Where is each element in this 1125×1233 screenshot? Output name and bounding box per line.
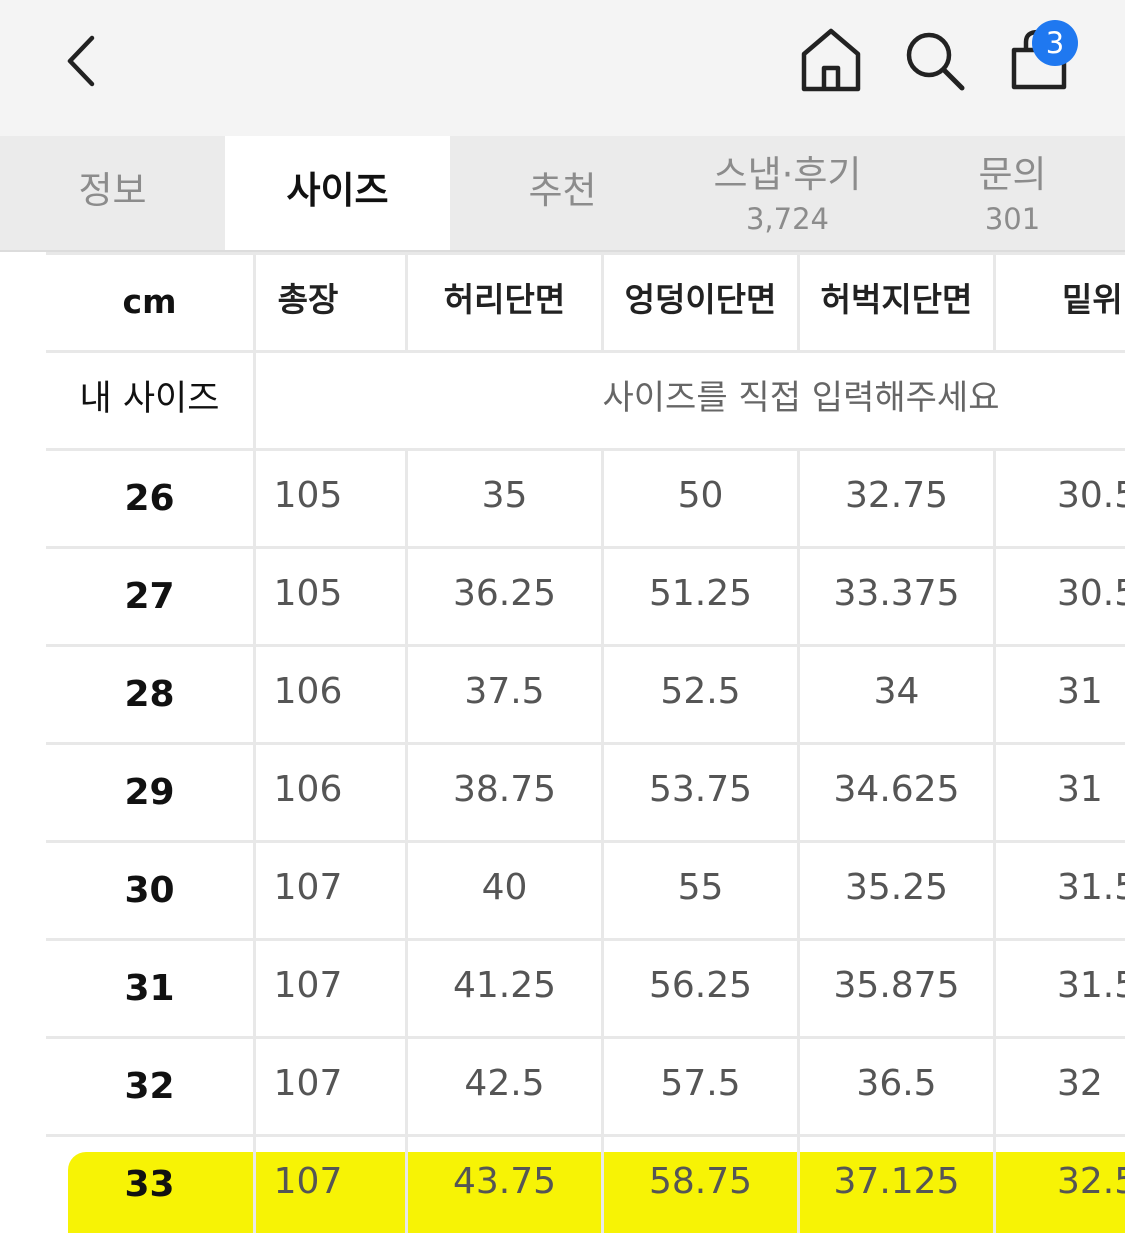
tab-label: 스냅·후기	[713, 153, 862, 196]
column-header: 허리단면	[443, 280, 566, 319]
product-tabs: 정보 사이즈 추천 스냅·후기 3,724 문의 301	[0, 136, 1125, 250]
tab-inquiry[interactable]: 문의 301	[900, 136, 1125, 250]
tab-recommend[interactable]: 추천	[450, 136, 675, 250]
tab-count: 3,724	[745, 202, 830, 236]
measurement-cell: 105	[273, 475, 343, 516]
unit-label: cm	[122, 282, 177, 321]
my-size-input[interactable]: 사이즈를 직접 입력해주세요	[256, 350, 1125, 446]
size-table: cm 총장 허리단면 엉덩이단면 허벅지단면 밑위 내 사이즈 사이즈를 직접 …	[0, 252, 1125, 1233]
measurement-cell: 52.5	[660, 671, 741, 712]
tab-label: 정보	[78, 169, 147, 212]
measurement-cell: 32	[1057, 1063, 1103, 1104]
measurement-cell: 38.75	[452, 769, 557, 810]
measurement-cell: 35.25	[844, 867, 949, 908]
measurement-cell: 37.125	[833, 1161, 960, 1202]
size-label: 28	[124, 674, 175, 715]
measurement-cell: 41.25	[452, 965, 557, 1006]
tab-info[interactable]: 정보	[0, 136, 225, 250]
measurement-cell: 32.75	[844, 475, 949, 516]
measurement-cell: 32.5	[1057, 1161, 1125, 1202]
top-navigation-bar: 3	[0, 0, 1125, 136]
tab-label: 사이즈	[286, 169, 389, 212]
measurement-cell: 107	[273, 1063, 343, 1104]
tab-label: 문의	[978, 153, 1047, 196]
measurement-cell: 31	[1057, 769, 1103, 810]
measurement-cell: 31	[1057, 671, 1103, 712]
column-header: 허벅지단면	[820, 280, 973, 319]
size-label: 26	[124, 478, 175, 519]
tab-label: 추천	[528, 169, 597, 212]
measurement-cell: 106	[273, 769, 343, 810]
column-header: 밑위	[1062, 280, 1123, 319]
tab-snap-review[interactable]: 스냅·후기 3,724	[675, 136, 900, 250]
measurement-cell: 37.5	[464, 671, 545, 712]
size-label: 31	[124, 968, 175, 1009]
my-size-label: 내 사이즈	[79, 379, 220, 419]
measurement-cell: 30.5	[1057, 475, 1125, 516]
size-label: 29	[124, 772, 175, 813]
measurement-cell: 36.25	[452, 573, 557, 614]
measurement-cell: 53.75	[648, 769, 753, 810]
size-label: 30	[124, 870, 175, 911]
cart-count-badge: 3	[1032, 20, 1078, 66]
measurement-cell: 35	[481, 475, 528, 516]
size-label: 27	[124, 576, 175, 617]
measurement-cell: 106	[273, 671, 343, 712]
measurement-cell: 31.5	[1057, 867, 1125, 908]
measurement-cell: 31.5	[1057, 965, 1125, 1006]
size-label: 33	[124, 1164, 175, 1205]
tab-count: 301	[984, 202, 1041, 236]
col-divider	[993, 252, 996, 350]
tab-size[interactable]: 사이즈	[225, 136, 450, 250]
measurement-cell: 51.25	[648, 573, 753, 614]
home-icon[interactable]	[798, 26, 864, 94]
measurement-cell: 34	[873, 671, 920, 712]
measurement-cell: 107	[273, 1161, 343, 1202]
measurement-cell: 105	[273, 573, 343, 614]
measurement-cell: 57.5	[660, 1063, 741, 1104]
measurement-cell: 34.625	[833, 769, 960, 810]
measurement-cell: 58.75	[648, 1161, 753, 1202]
measurement-cell: 107	[273, 965, 343, 1006]
measurement-cell: 30.5	[1057, 573, 1125, 614]
measurement-cell: 107	[273, 867, 343, 908]
measurement-cell: 56.25	[648, 965, 753, 1006]
measurement-cell: 40	[481, 867, 528, 908]
size-label: 32	[124, 1066, 175, 1107]
search-icon[interactable]	[902, 28, 968, 94]
measurement-cell: 42.5	[464, 1063, 545, 1104]
measurement-cell: 55	[677, 867, 724, 908]
measurement-cell: 33.375	[833, 573, 960, 614]
column-header: 총장	[277, 280, 339, 319]
measurement-cell: 50	[677, 475, 724, 516]
col-divider	[993, 448, 996, 1233]
measurement-cell: 35.875	[833, 965, 960, 1006]
measurement-cell: 36.5	[856, 1063, 937, 1104]
column-header: 엉덩이단면	[624, 280, 777, 319]
chevron-left-icon[interactable]	[60, 32, 106, 90]
measurement-cell: 43.75	[452, 1161, 557, 1202]
